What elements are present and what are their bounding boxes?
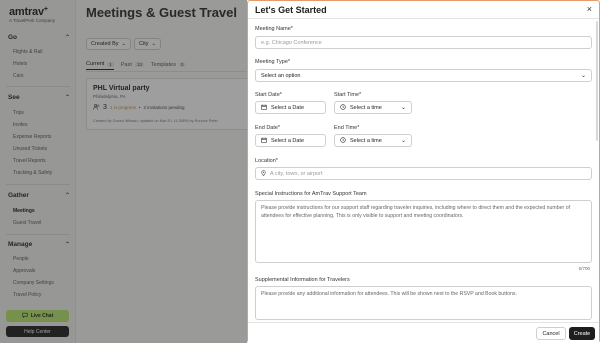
location-label: Location* <box>255 158 278 164</box>
location-pin-icon <box>261 169 266 178</box>
character-counter: 0/700 <box>578 266 590 271</box>
end-time-select[interactable]: Select a time ⌄ <box>334 134 412 147</box>
meeting-name-input[interactable]: e.g. Chicago Conference <box>255 36 592 49</box>
end-date-picker[interactable]: Select a Date <box>255 134 326 147</box>
start-time-select[interactable]: Select a time ⌄ <box>334 101 412 114</box>
start-date-label: Start Date* <box>255 92 282 98</box>
special-instructions-label: Special Instructions for AmTrav Support … <box>255 191 367 197</box>
meeting-name-label: Meeting Name* <box>255 26 293 32</box>
create-meeting-drawer: Let's Get Started × Meeting Name* e.g. C… <box>247 0 600 343</box>
cancel-button[interactable]: Cancel <box>536 327 566 340</box>
drawer-title: Let's Get Started <box>255 5 327 15</box>
start-time-label: Start Time* <box>334 92 362 98</box>
special-instructions-textarea[interactable]: Please provide instructions for our supp… <box>255 200 592 263</box>
clock-icon <box>340 103 346 112</box>
scrollbar[interactable] <box>596 21 598 141</box>
close-icon[interactable]: × <box>587 4 592 14</box>
chevron-down-icon: ⌄ <box>580 73 586 79</box>
meeting-type-label: Meeting Type* <box>255 59 291 65</box>
chevron-down-icon: ⌄ <box>400 138 406 144</box>
supplemental-info-label: Supplemental Information for Travelers <box>255 277 350 283</box>
location-input[interactable]: A city, town, or airport <box>255 167 592 180</box>
chevron-down-icon: ⌄ <box>400 105 406 111</box>
meeting-type-select[interactable]: Select an option ⌄ <box>255 69 592 82</box>
create-button[interactable]: Create <box>569 327 595 340</box>
calendar-icon <box>261 104 267 112</box>
end-time-label: End Time* <box>334 125 360 131</box>
start-date-picker[interactable]: Select a Date <box>255 101 326 114</box>
end-date-label: End Date* <box>255 125 281 131</box>
clock-icon <box>340 136 346 145</box>
divider <box>248 18 599 19</box>
calendar-icon <box>261 137 267 145</box>
modal-backdrop[interactable] <box>0 0 247 343</box>
supplemental-info-textarea[interactable]: Please provide any additional informatio… <box>255 286 592 320</box>
drawer-footer: Cancel Create <box>248 322 599 343</box>
